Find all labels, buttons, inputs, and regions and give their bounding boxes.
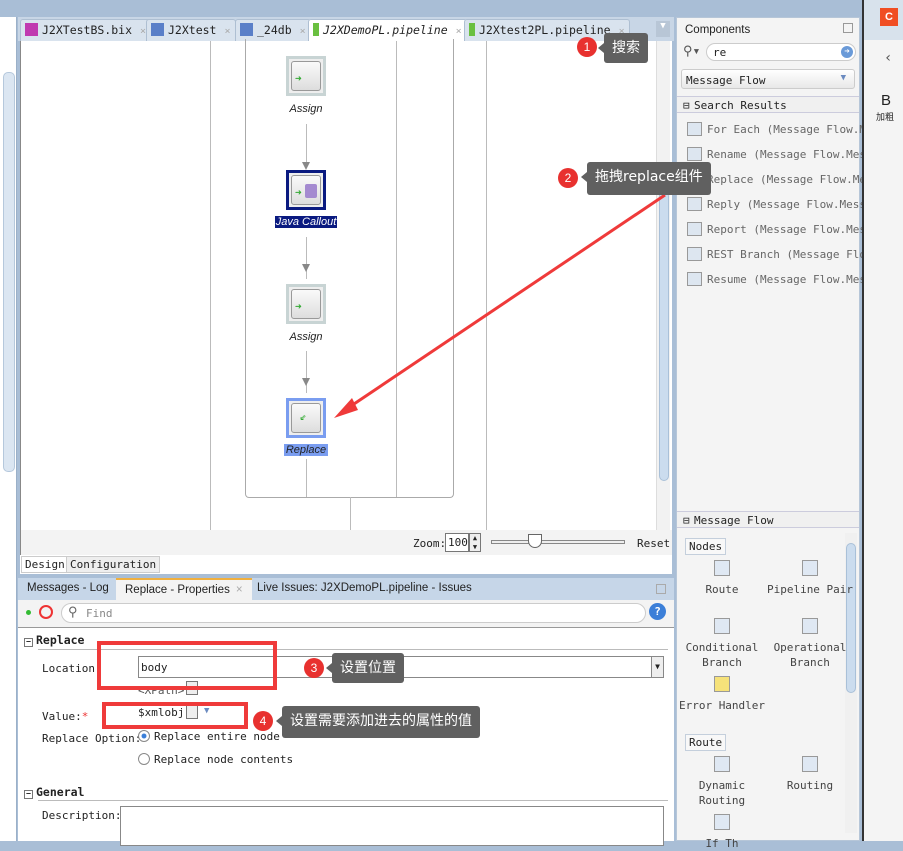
annotation-badge: 4 [253,711,273,731]
annotation-tip: 设置位置 [326,653,404,683]
annotation-badge: 2 [558,168,578,188]
annotation-tip: 设置需要添加进去的属性的值 [276,706,480,738]
annotation-tip: 拖拽replace组件 [581,162,711,195]
value-highlight-box [102,702,248,729]
annotation-tip: 搜索 [598,33,648,63]
location-highlight-box [97,641,277,690]
annotation-badge: 1 [577,37,597,57]
annotation-badge: 3 [304,658,324,678]
